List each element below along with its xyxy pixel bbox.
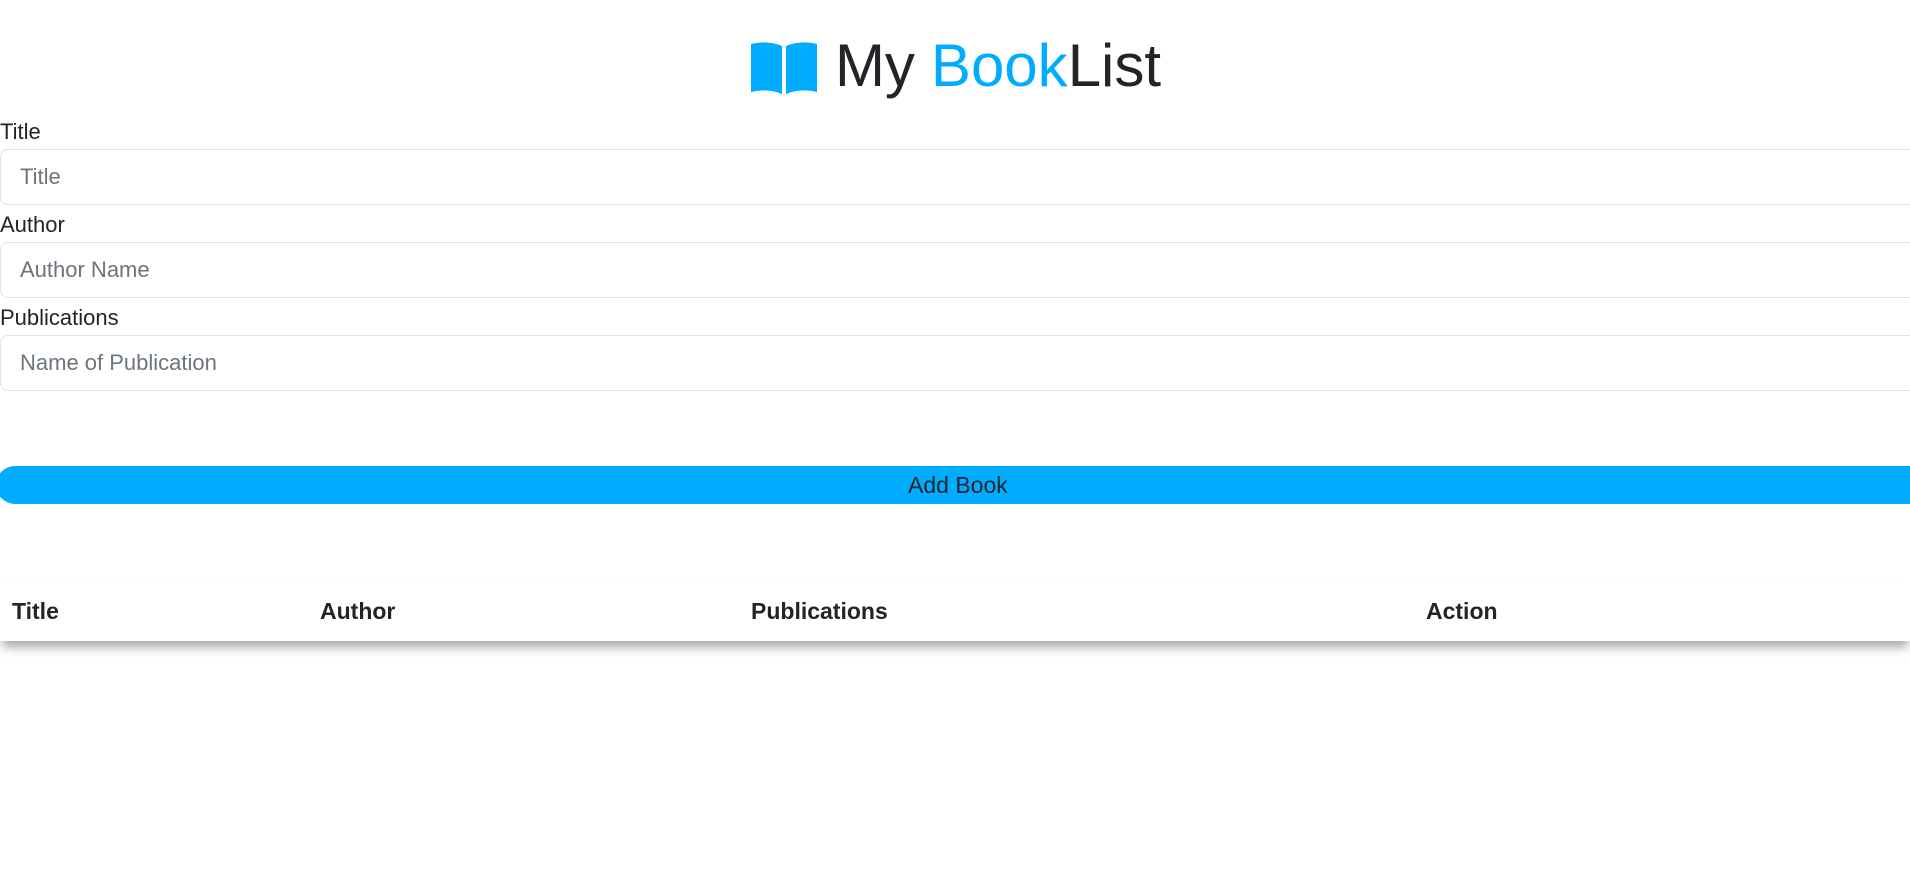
open-book-icon — [750, 42, 817, 94]
column-header-action: Action — [1426, 598, 1498, 624]
column-header-title: Title — [12, 598, 59, 624]
page: My BookList Title Author Publications Ad… — [0, 0, 1910, 893]
publications-label: Publications — [0, 305, 119, 330]
add-book-button[interactable]: Add Book — [0, 466, 1910, 504]
title-label: Title — [0, 119, 41, 144]
page-title: My Book List — [0, 28, 1910, 104]
title-book: Book — [930, 32, 1068, 99]
author-label: Author — [0, 212, 65, 237]
title-my: My — [834, 32, 915, 99]
book-table: Title Author Publications Action — [0, 583, 1910, 641]
column-header-publications: Publications — [751, 598, 888, 624]
column-header-author: Author — [320, 598, 396, 624]
publications-input[interactable] — [0, 335, 1910, 391]
title-input[interactable] — [0, 149, 1910, 205]
author-input[interactable] — [0, 242, 1910, 298]
add-book-button-label: Add Book — [908, 471, 1008, 498]
title-list: List — [1067, 32, 1162, 99]
